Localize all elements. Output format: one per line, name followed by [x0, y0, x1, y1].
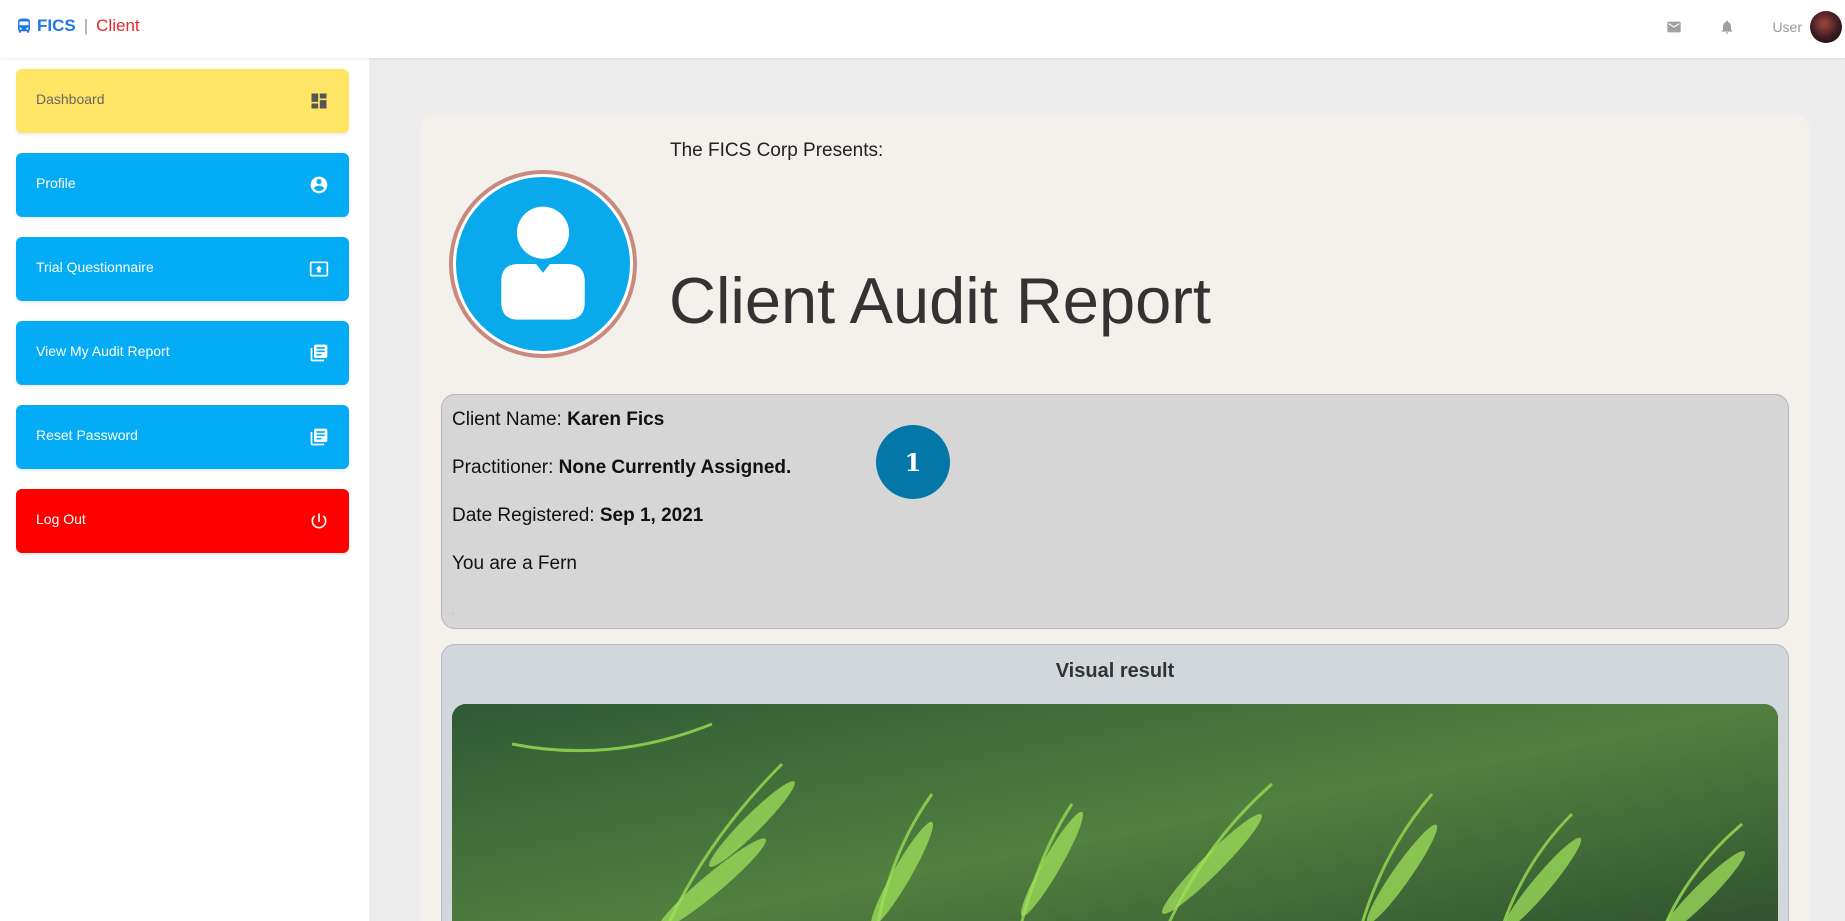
client-name-label: Client Name: [452, 409, 562, 430]
client-type-line: You are a Fern [452, 553, 577, 574]
date-registered-line: Date Registered: Sep 1, 2021 [452, 505, 703, 527]
brand-logo[interactable]: FICS | Client [15, 16, 140, 36]
sidebar-item-dashboard[interactable]: Dashboard [16, 69, 349, 133]
profile-picture [449, 170, 637, 358]
top-navbar: FICS | Client User [0, 0, 1845, 58]
sidebar-item-view-audit-report[interactable]: View My Audit Report [16, 321, 349, 385]
brand-name: FICS [37, 16, 76, 35]
bus-icon [18, 18, 30, 33]
practitioner-value: None Currently Assigned. [558, 457, 792, 478]
footnote-dot: . [452, 607, 455, 616]
visual-result-box: Visual result [441, 644, 1789, 921]
sidebar-item-logout[interactable]: Log Out [16, 489, 349, 553]
sidebar-item-trial-questionnaire[interactable]: Trial Questionnaire [16, 237, 349, 301]
date-registered-value: Sep 1, 2021 [599, 505, 704, 526]
sidebar-item-label: Profile [36, 175, 76, 191]
library-books-icon [310, 428, 328, 446]
brand-separator: | [83, 16, 89, 35]
fern-photo [452, 704, 1778, 921]
date-registered-label: Date Registered: [452, 505, 595, 526]
page-title: Client Audit Report [669, 264, 1211, 337]
library-books-icon [310, 344, 328, 362]
sidebar-item-label: View My Audit Report [36, 343, 170, 359]
client-name-value: Karen Fics [567, 409, 665, 430]
sidebar-item-label: Dashboard [36, 91, 105, 107]
dashboard-icon [311, 93, 327, 109]
account-circle-icon [310, 176, 328, 194]
practitioner-label: Practitioner: [452, 457, 554, 478]
visual-result-title: Visual result [1055, 660, 1175, 682]
power-icon [311, 513, 327, 529]
presents-text: The FICS Corp Presents: [670, 140, 884, 161]
step-badge[interactable]: 1 [876, 425, 950, 499]
user-label[interactable]: User [1772, 19, 1802, 35]
sidebar-item-profile[interactable]: Profile [16, 153, 349, 217]
sidebar-item-label: Trial Questionnaire [36, 259, 154, 275]
client-info-box: Client Name: Karen Fics Practitioner: No… [441, 394, 1789, 629]
practitioner-line: Practitioner: None Currently Assigned. [452, 457, 791, 479]
sidebar: Dashboard Profile Trial Questionnaire Vi… [0, 58, 369, 921]
topbar-actions: User [1666, 0, 1845, 54]
fern-illustration [452, 704, 1778, 921]
sidebar-item-label: Log Out [36, 511, 86, 527]
client-name-line: Client Name: Karen Fics [452, 409, 664, 431]
sidebar-item-reset-password[interactable]: Reset Password [16, 405, 349, 469]
brand-section: Client [96, 16, 140, 35]
upload-screen-icon [309, 261, 329, 277]
person-placeholder-icon [501, 206, 585, 320]
mail-icon[interactable] [1666, 19, 1682, 35]
bell-icon[interactable] [1719, 19, 1735, 35]
user-avatar[interactable] [1810, 11, 1842, 43]
sidebar-item-label: Reset Password [36, 427, 138, 443]
